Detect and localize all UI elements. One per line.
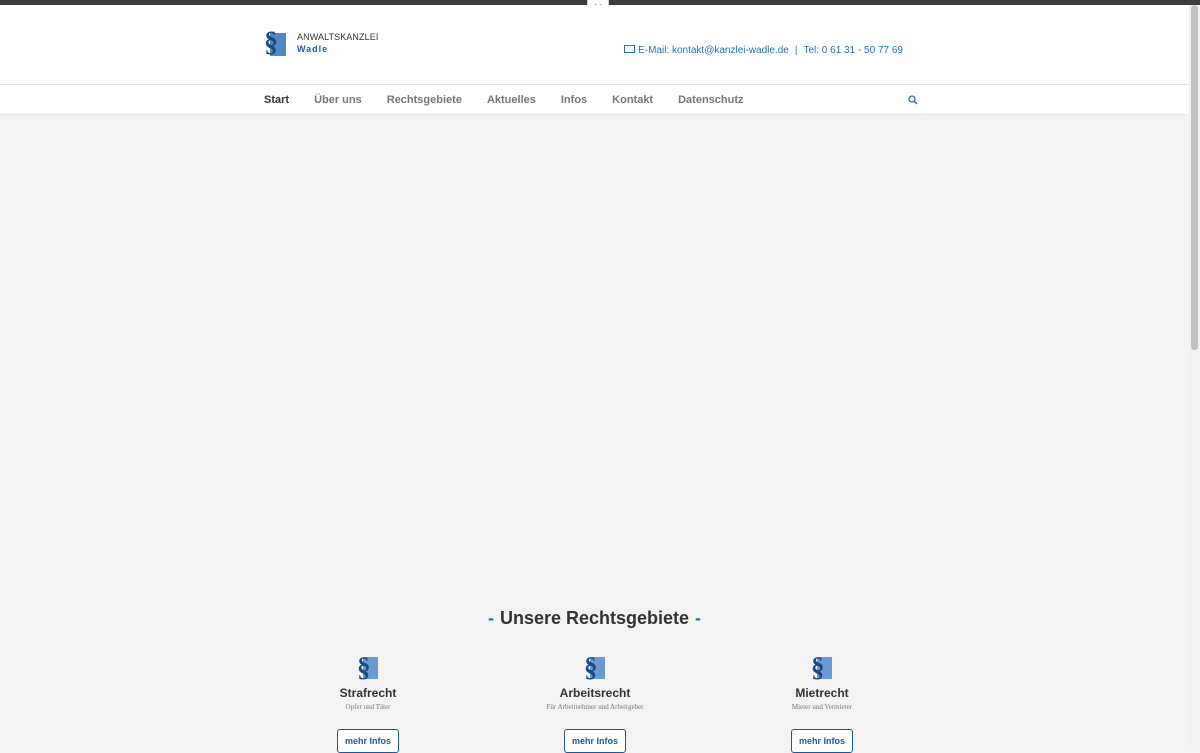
paragraph-icon: § [357, 652, 379, 682]
scrollbar-thumb[interactable] [1191, 5, 1198, 350]
card-title: Mietrecht [795, 686, 849, 700]
paragraph-icon: § [811, 652, 833, 682]
card-title: Strafrecht [339, 686, 397, 700]
service-card-strafrecht: § Strafrecht Opfer und Täter mehr Infos [268, 652, 468, 753]
service-card-arbeitsrecht: § Arbeitsrecht Für Arbeitnehmer und Arbe… [495, 652, 695, 753]
nav-item-kontakt[interactable]: Kontakt [612, 94, 653, 106]
section-title-text: Unsere Rechtsgebiete [499, 608, 690, 628]
more-info-button[interactable]: mehr Infos [336, 729, 399, 753]
phone-link[interactable]: Tel: 0 61 31 - 50 77 69 [803, 45, 903, 56]
card-subtitle: Opfer und Täter [345, 703, 391, 711]
envelope-icon [624, 45, 636, 54]
nav-item-rechtsgebiete[interactable]: Rechtsgebiete [387, 94, 462, 106]
nav-item-datenschutz[interactable]: Datenschutz [678, 94, 743, 106]
card-title: Arbeitsrecht [559, 686, 631, 700]
page-scrollbar[interactable] [1189, 5, 1200, 750]
contact-separator: | [794, 45, 798, 56]
site-header: § ANWALTSKANZLEI Wadle E-Mail: kontakt@k… [0, 5, 1189, 85]
more-info-button[interactable]: mehr Infos [790, 729, 853, 753]
logo-subtitle: Wadle [297, 44, 329, 54]
nav-item-infos[interactable]: Infos [561, 94, 587, 106]
card-subtitle: Für Arbeitnehmer und Arbeitgeber [546, 703, 644, 711]
service-card-mietrecht: § Mietrecht Mieter und Vermieter mehr In… [722, 652, 922, 753]
email-link[interactable]: E-Mail: kontakt@kanzlei-wadle.de [638, 45, 789, 56]
paragraph-icon: § [584, 652, 606, 682]
section-title: - Unsere Rechtsgebiete - [487, 608, 702, 628]
more-info-button[interactable]: mehr Infos [563, 729, 626, 753]
nav-item-ueber-uns[interactable]: Über uns [314, 94, 362, 106]
logo-title: ANWALTSKANZLEI [297, 32, 379, 42]
nav-item-start[interactable]: Start [264, 94, 289, 106]
main-navigation: Start Über uns Rechtsgebiete Aktuelles I… [0, 85, 1189, 115]
logo[interactable]: § ANWALTSKANZLEI Wadle [264, 28, 379, 58]
contact-info: E-Mail: kontakt@kanzlei-wadle.de | Tel: 0 … [624, 45, 903, 56]
card-subtitle: Mieter und Vermieter [791, 703, 853, 711]
paragraph-icon: § [264, 28, 286, 58]
nav-item-aktuelles[interactable]: Aktuelles [487, 94, 536, 106]
search-icon[interactable] [908, 95, 918, 105]
